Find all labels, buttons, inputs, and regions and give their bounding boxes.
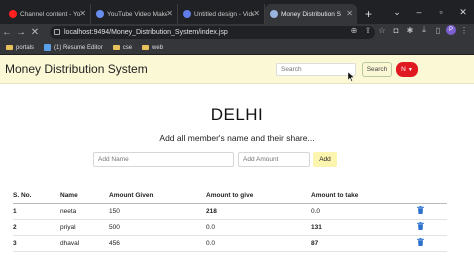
app-brand[interactable]: Money Distribution System bbox=[5, 62, 148, 76]
cell-sno: 3 bbox=[13, 235, 60, 252]
name-input[interactable] bbox=[93, 152, 234, 167]
cell-given: 500 bbox=[109, 219, 206, 236]
trash-icon[interactable] bbox=[417, 238, 424, 246]
address-bar[interactable]: localhost:9494/Money_Distribution_System… bbox=[50, 26, 375, 39]
bookmark-resume-editor[interactable]: (1) Resume Editor bbox=[44, 44, 103, 51]
site-info-icon[interactable] bbox=[54, 29, 60, 35]
cell-actions bbox=[417, 203, 447, 220]
cell-to-give: 0.0 bbox=[206, 235, 311, 252]
youtube-icon bbox=[9, 10, 17, 18]
cell-to-take: 0.0 bbox=[311, 203, 417, 220]
minimize-icon[interactable]: – bbox=[408, 7, 430, 17]
browser-tab[interactable]: YouTube Video Maker | Fr ✕ bbox=[91, 4, 178, 24]
header-sno: S. No. bbox=[13, 192, 60, 204]
bookmark-portals[interactable]: portals bbox=[6, 45, 34, 51]
bookmark-label: web bbox=[152, 44, 164, 51]
sidebar-icon[interactable]: ▯ bbox=[432, 26, 444, 35]
table-header-row: S. No. Name Amount Given Amount to give … bbox=[13, 192, 447, 204]
bookmark-cse[interactable]: cse bbox=[112, 44, 133, 51]
maximize-icon[interactable]: ▫ bbox=[430, 7, 452, 17]
tab-title: Untitled design - Video bbox=[194, 10, 254, 18]
chevron-down-icon[interactable]: ⌄ bbox=[386, 7, 408, 18]
header-amount-to-take: Amount to take bbox=[311, 192, 417, 204]
forward-icon[interactable]: → bbox=[14, 27, 28, 38]
back-icon[interactable]: ← bbox=[0, 27, 14, 38]
close-icon[interactable]: ✕ bbox=[346, 9, 353, 18]
close-window-icon[interactable]: ✕ bbox=[452, 7, 474, 18]
bookmarks-bar: portals (1) Resume Editor cse web bbox=[0, 41, 474, 55]
close-icon[interactable]: ✕ bbox=[253, 9, 260, 18]
close-icon[interactable]: ✕ bbox=[79, 9, 86, 18]
cell-to-take: 131 bbox=[311, 219, 417, 236]
trash-icon[interactable] bbox=[417, 222, 424, 230]
camera-icon[interactable]: ◘ bbox=[390, 26, 402, 35]
cell-to-take: 87 bbox=[311, 235, 417, 252]
search-input[interactable] bbox=[276, 63, 356, 76]
menu-icon[interactable]: ⋮ bbox=[458, 26, 470, 35]
cell-actions bbox=[417, 219, 447, 236]
table-row: 3 dhaval 456 0.0 87 bbox=[13, 235, 447, 252]
cell-given: 150 bbox=[109, 203, 206, 220]
user-menu-button[interactable]: N ▼ bbox=[396, 62, 418, 77]
bookmark-web[interactable]: web bbox=[142, 45, 163, 51]
browser-toolbar: ← → ✕ localhost:9494/Money_Distribution_… bbox=[0, 24, 474, 41]
folder-icon bbox=[112, 45, 120, 50]
cell-sno: 2 bbox=[13, 219, 60, 236]
tab-title: Channel content - YouTube bbox=[20, 10, 80, 18]
tab-title: YouTube Video Maker | Fr bbox=[107, 10, 167, 18]
browser-tab[interactable]: Channel content - YouTube ✕ bbox=[4, 4, 91, 24]
header-actions bbox=[417, 192, 447, 204]
mouse-cursor-icon bbox=[348, 72, 354, 82]
close-icon[interactable]: ✕ bbox=[166, 9, 173, 18]
search-button[interactable]: Search bbox=[362, 62, 392, 77]
star-icon[interactable]: ☆ bbox=[376, 26, 388, 35]
folder-icon bbox=[142, 45, 150, 50]
new-tab-button[interactable]: + bbox=[357, 4, 380, 24]
table-row: 1 neeta 150 218 0.0 bbox=[13, 203, 447, 220]
city-title: DELHI bbox=[210, 105, 264, 124]
amount-input[interactable] bbox=[238, 152, 310, 167]
tab-title: Money Distribution Syste bbox=[281, 10, 341, 18]
zoom-icon[interactable]: ⊕ bbox=[348, 26, 360, 35]
cell-to-give: 218 bbox=[206, 203, 311, 220]
header-amount-to-give: Amount to give bbox=[206, 192, 311, 204]
cell-name: priyal bbox=[60, 219, 109, 236]
window-controls: ⌄ – ▫ ✕ bbox=[386, 0, 474, 24]
add-button[interactable]: Add bbox=[313, 152, 337, 167]
bookmark-label: portals bbox=[16, 44, 35, 51]
table-row: 2 priyal 500 0.0 131 bbox=[13, 219, 447, 236]
browser-tab-bar: Channel content - YouTube ✕ YouTube Vide… bbox=[0, 0, 474, 24]
header-name: Name bbox=[60, 192, 109, 204]
cell-actions bbox=[417, 235, 447, 252]
cell-sno: 1 bbox=[13, 203, 60, 220]
members-table: S. No. Name Amount Given Amount to give … bbox=[13, 192, 447, 252]
app-navbar: Money Distribution System Search N ▼ bbox=[0, 55, 474, 84]
stop-loading-icon[interactable]: ✕ bbox=[28, 27, 42, 38]
caret-down-icon: ▼ bbox=[407, 66, 413, 73]
bookmark-label: (1) Resume Editor bbox=[54, 44, 103, 51]
bookmark-label: cse bbox=[122, 44, 133, 51]
folder-icon bbox=[6, 45, 13, 50]
canva-icon bbox=[183, 10, 191, 18]
browser-tab-active[interactable]: Money Distribution Syste ✕ bbox=[265, 4, 357, 24]
resume-icon bbox=[44, 44, 52, 51]
main-content: DELHI Add all member's name and their sh… bbox=[0, 84, 474, 266]
cell-to-give: 0.0 bbox=[206, 219, 311, 236]
cell-name: dhaval bbox=[60, 235, 109, 252]
header-amount-given: Amount Given bbox=[109, 192, 206, 204]
subtitle: Add all member's name and their share... bbox=[159, 133, 315, 143]
site-icon bbox=[96, 10, 104, 18]
toolbar-icons: ⊕ ⇪ ☆ ◘ ✱ ⤓ ▯ P ⋮ bbox=[348, 25, 470, 35]
cell-name: neeta bbox=[60, 203, 109, 220]
share-icon[interactable]: ⇪ bbox=[362, 26, 374, 35]
profile-avatar[interactable]: P bbox=[446, 25, 456, 35]
browser-tab[interactable]: Untitled design - Video ✕ bbox=[178, 4, 265, 24]
download-icon[interactable]: ⤓ bbox=[418, 25, 430, 35]
extensions-icon[interactable]: ✱ bbox=[404, 26, 416, 35]
user-initial: N bbox=[401, 66, 406, 73]
globe-icon bbox=[270, 10, 278, 18]
trash-icon[interactable] bbox=[417, 206, 424, 214]
cell-given: 456 bbox=[109, 235, 206, 252]
url-text: localhost:9494/Money_Distribution_System… bbox=[64, 29, 228, 36]
